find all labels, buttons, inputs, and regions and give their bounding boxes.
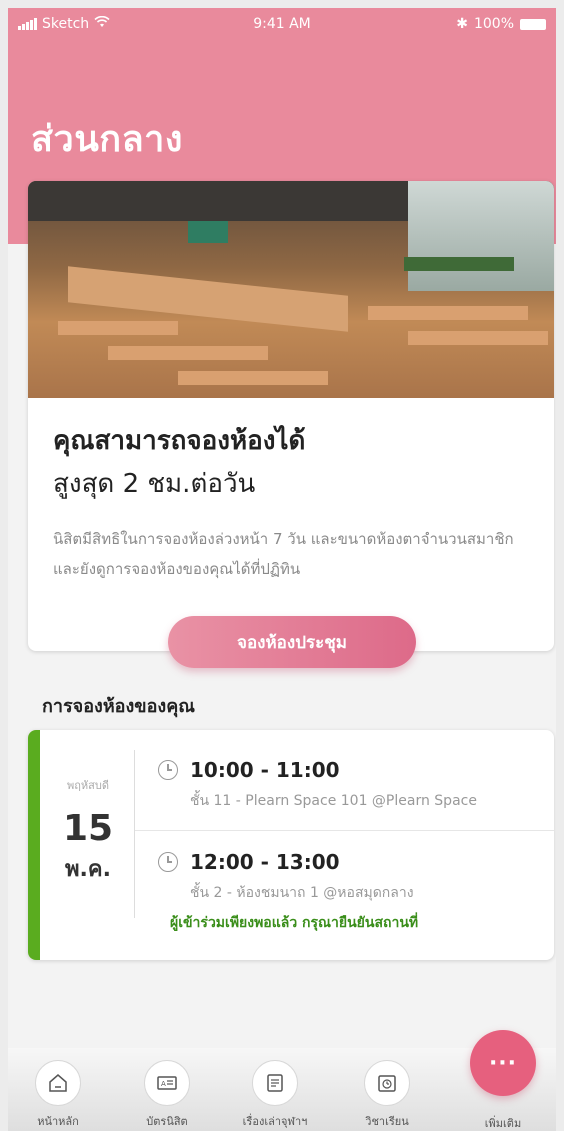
status-right: ✱ 100% [456,16,546,32]
tab-id-card[interactable]: A บัตรนิสิต [122,1060,212,1130]
slot-location: ชั้น 11 - Plearn Space 101 @Plearn Space [190,793,477,809]
room-photo [28,181,554,398]
book-meeting-room-button[interactable]: จองห้องประชุม [168,616,416,668]
schedule-icon [364,1060,410,1106]
more-button[interactable]: ··· [470,1030,536,1096]
slot-status-note: ผู้เข้าร่วมเพียงพอแล้ว กรุณายืนยันสถานที… [170,915,419,931]
tab-home[interactable]: หน้าหลัก [13,1060,103,1130]
divider [134,750,135,918]
status-accent-bar [28,730,40,960]
battery-icon [520,18,546,30]
booking-date: พฤหัสบดี 15 พ.ค. [40,730,136,960]
hero-description: นิสิตมีสิทธิในการจองห้องล่วงหน้า 7 วัน แ… [53,530,514,578]
hero-heading: คุณสามารถจองห้องได้ [53,426,306,456]
date-day: 15 [62,808,114,849]
booking-slot[interactable]: 10:00 - 11:00 ชั้น 11 - Plearn Space 101… [158,758,477,812]
hero-subheading: สูงสุด 2 ชม.ต่อวัน [53,469,256,499]
id-card-icon: A [144,1060,190,1106]
tab-label: บัตรนิสิต [146,1115,188,1128]
tab-news[interactable]: เรื่องเล่าจุฬาฯ [230,1060,320,1130]
bluetooth-icon: ✱ [456,16,468,32]
status-bar: Sketch 9:41 AM ✱ 100% [8,8,556,42]
page-title: ส่วนกลาง [31,119,183,160]
date-weekday: พฤหัสบดี [66,779,109,792]
clock-icon [158,760,178,780]
divider [135,830,554,831]
slot-time-row: 12:00 - 13:00 [158,850,418,874]
slot-time: 12:00 - 13:00 [190,850,340,874]
home-icon [35,1060,81,1106]
tab-label: หน้าหลัก [37,1115,79,1128]
date-month: พ.ค. [65,857,111,882]
section-title: การจองห้องของคุณ [42,696,195,717]
phone-screen: Sketch 9:41 AM ✱ 100% ส่วนกลาง คุณสามารถ… [8,8,556,1131]
hero-body: คุณสามารถจองห้องได้ สูงสุด 2 ชม.ต่อวัน น… [28,398,554,584]
slot-time: 10:00 - 11:00 [190,758,340,782]
clock-icon [158,852,178,872]
booking-slot[interactable]: 12:00 - 13:00 ชั้น 2 - ห้องชมนาถ 1 @หอสม… [158,850,418,934]
svg-text:A: A [161,1080,166,1088]
more-label: เพิ่มเติม [484,1117,522,1130]
slot-location: ชั้น 2 - ห้องชมนาถ 1 @หอสมุดกลาง [190,885,414,901]
tab-schedule[interactable]: วิชาเรียน [342,1060,432,1130]
tab-label: วิชาเรียน [365,1115,409,1128]
slot-time-row: 10:00 - 11:00 [158,758,477,782]
news-icon [252,1060,298,1106]
booking-card[interactable]: พฤหัสบดี 15 พ.ค. 10:00 - 11:00 ชั้น 11 -… [28,730,554,960]
hero-card: คุณสามารถจองห้องได้ สูงสุด 2 ชม.ต่อวัน น… [28,181,554,651]
battery-percent: 100% [473,16,514,32]
tab-label: เรื่องเล่าจุฬาฯ [242,1115,308,1128]
